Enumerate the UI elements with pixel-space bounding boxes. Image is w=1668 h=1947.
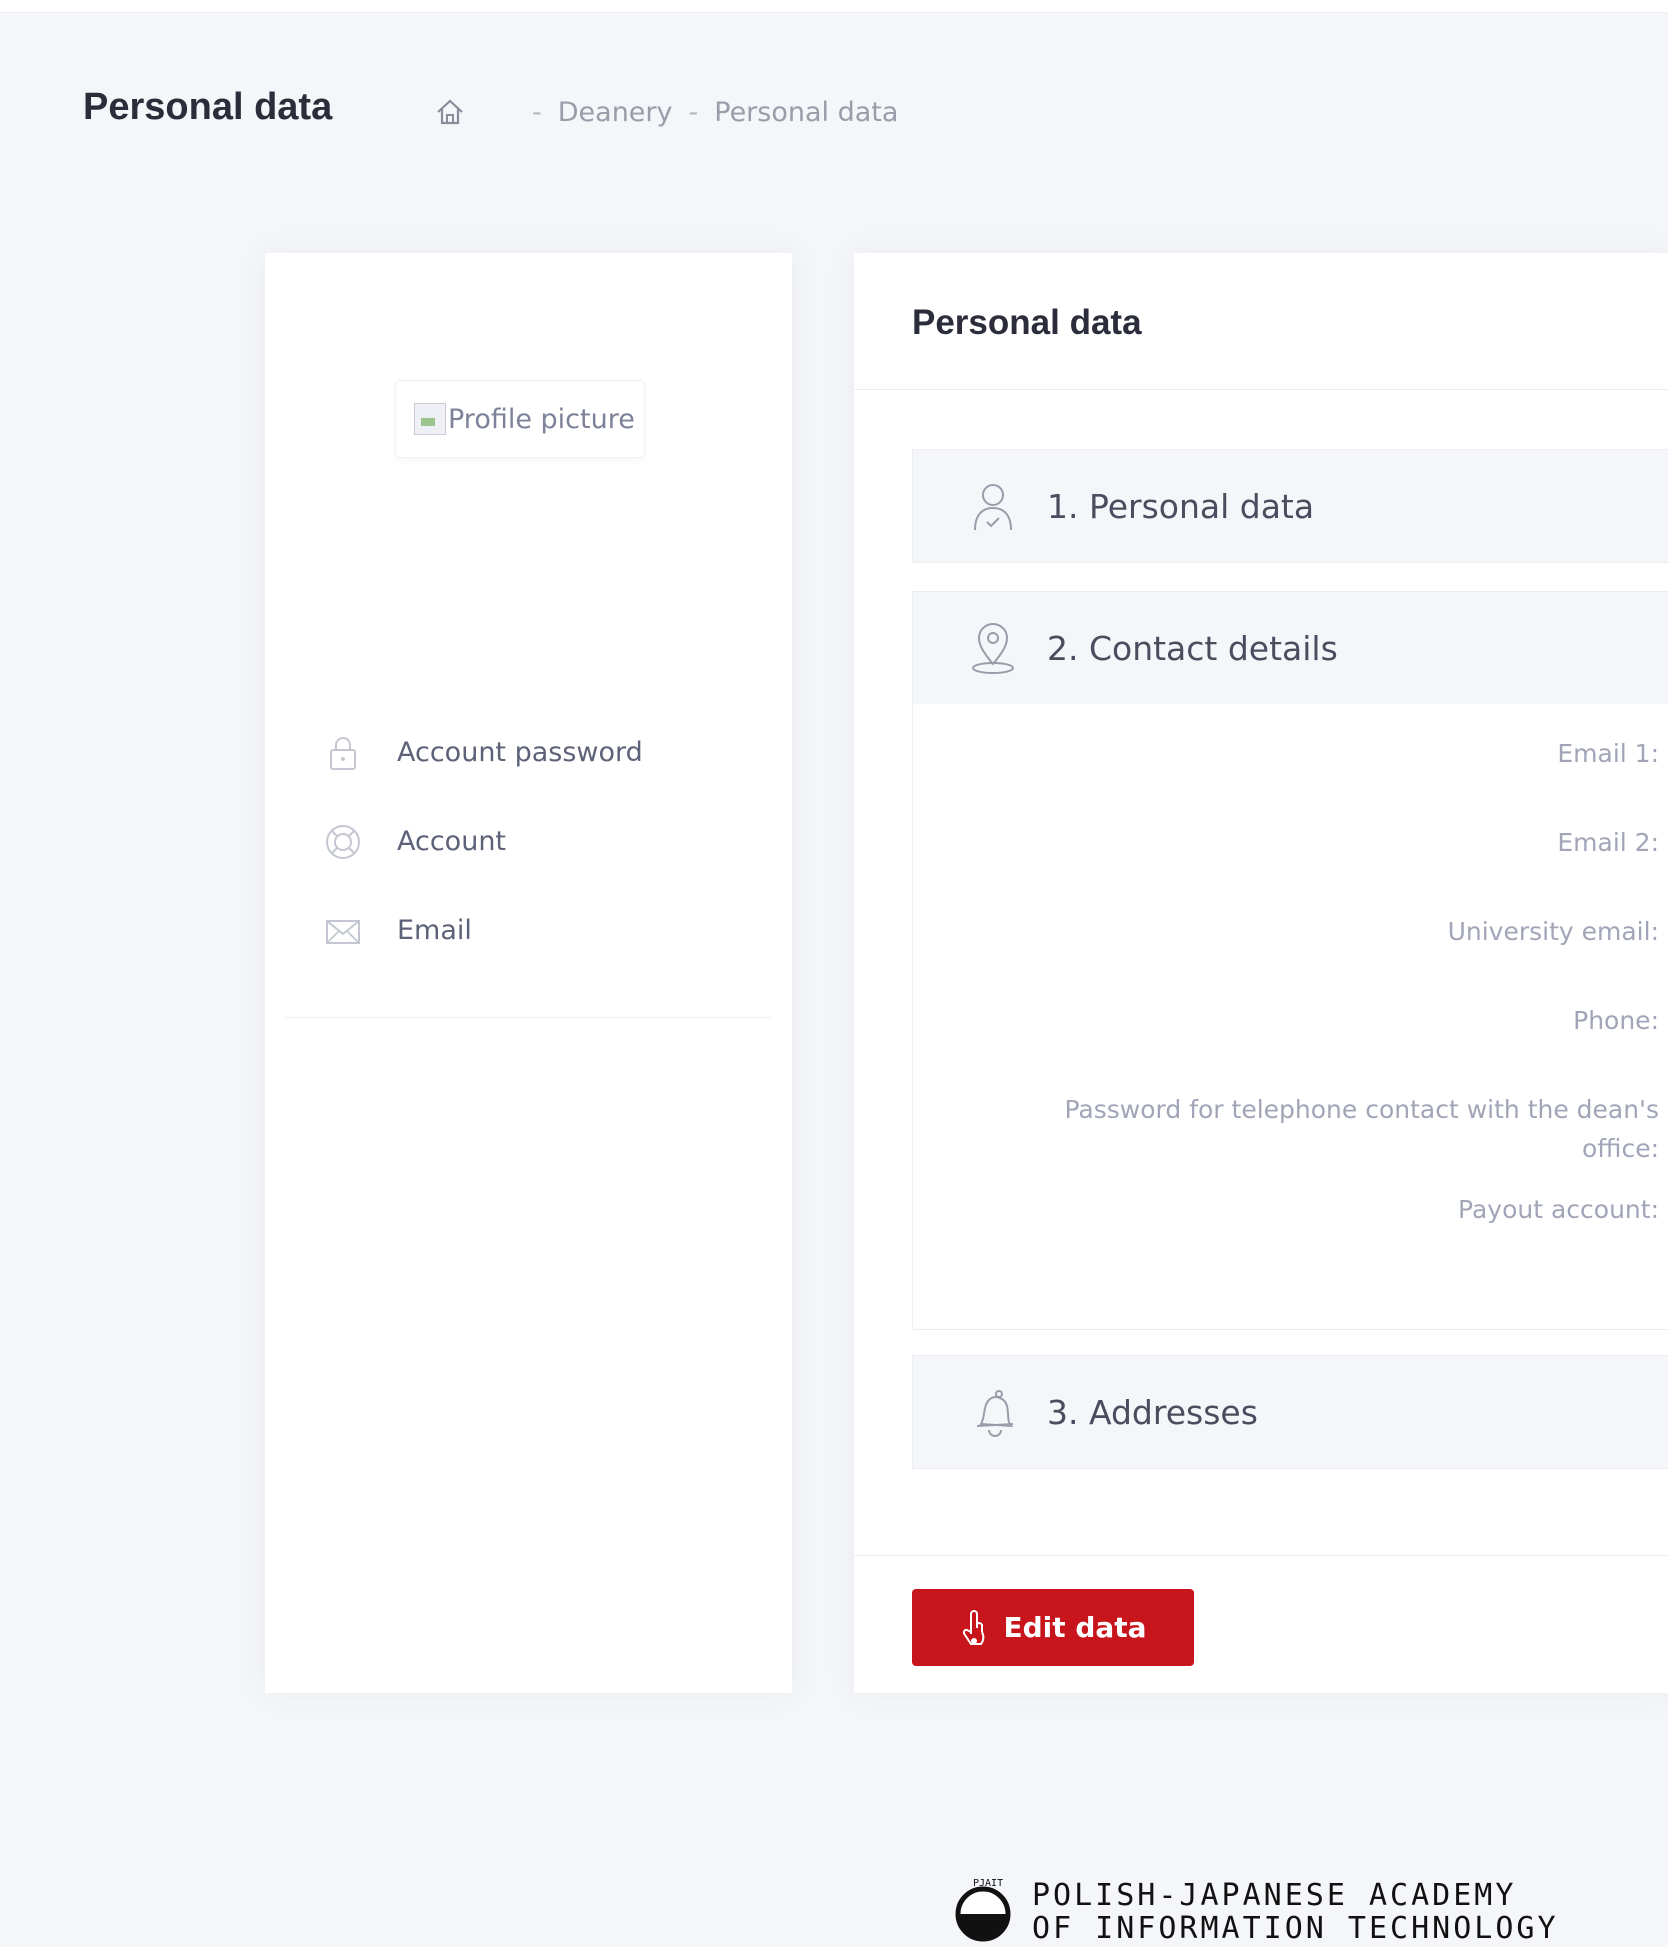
field-label-payout-account: Payout account: bbox=[1458, 1195, 1659, 1224]
logo-line-2: OF INFORMATION TECHNOLOGY bbox=[1032, 1910, 1559, 1946]
menu-item-account[interactable]: Account bbox=[323, 797, 643, 886]
edit-data-button[interactable]: Edit data bbox=[912, 1589, 1194, 1666]
breadcrumb-separator: - bbox=[688, 96, 699, 128]
field-label-email-1: Email 1: bbox=[1557, 739, 1659, 768]
section-header-personal-data[interactable]: 1. Personal data bbox=[913, 450, 1668, 562]
edit-button-label: Edit data bbox=[1003, 1611, 1147, 1644]
section-personal-data: 1. Personal data bbox=[912, 449, 1668, 563]
card-header: Personal data bbox=[854, 253, 1668, 390]
lifebuoy-icon bbox=[323, 822, 363, 862]
pjait-logo: PJAIT POLISH-JAPANESE ACADEMY OF INFORMA… bbox=[944, 1876, 1559, 1947]
menu-item-label: Account bbox=[397, 826, 507, 857]
profile-picture-alt: Profile picture bbox=[448, 403, 635, 435]
field-label-phone: Phone: bbox=[1573, 1006, 1659, 1035]
menu-item-account-password[interactable]: Account password bbox=[323, 708, 643, 797]
menu-item-email[interactable]: Email bbox=[323, 886, 643, 975]
card-title: Personal data bbox=[912, 303, 1142, 342]
personal-data-card: Personal data 1. Personal data 2. Contac… bbox=[854, 253, 1668, 1693]
section-header-addresses[interactable]: 3. Addresses bbox=[913, 1356, 1668, 1468]
menu-item-label: Account password bbox=[397, 737, 643, 768]
profile-picture: Profile picture bbox=[395, 380, 645, 458]
location-pin-icon bbox=[967, 620, 1019, 676]
section-label: 1. Personal data bbox=[1047, 486, 1315, 526]
breadcrumb: - Deanery - Personal data bbox=[434, 96, 898, 128]
section-label: 3. Addresses bbox=[1047, 1392, 1258, 1432]
profile-card: Profile picture Account password Account… bbox=[265, 253, 792, 1693]
breadcrumb-separator: - bbox=[532, 96, 542, 128]
home-icon[interactable] bbox=[434, 96, 466, 128]
page-title: Personal data bbox=[83, 86, 333, 128]
breadcrumb-personal-data[interactable]: Personal data bbox=[714, 97, 898, 128]
profile-menu: Account password Account Email bbox=[323, 708, 643, 975]
menu-item-label: Email bbox=[397, 915, 472, 946]
breadcrumb-deanery[interactable]: Deanery bbox=[558, 97, 673, 128]
field-label-email-2: Email 2: bbox=[1557, 828, 1659, 857]
field-label-university-email: University email: bbox=[1447, 917, 1659, 946]
pjait-logo-text: POLISH-JAPANESE ACADEMY OF INFORMATION T… bbox=[1032, 1879, 1559, 1945]
field-label-telephone-password: Password for telephone contact with the … bbox=[1064, 1095, 1659, 1163]
broken-image-icon bbox=[414, 403, 446, 435]
divider bbox=[285, 1017, 772, 1018]
lock-icon bbox=[323, 733, 363, 773]
svg-text:PJAIT: PJAIT bbox=[973, 1878, 1003, 1889]
section-label: 2. Contact details bbox=[1047, 628, 1338, 668]
pjait-emblem-icon: PJAIT bbox=[944, 1876, 1022, 1947]
section-contact-details: 2. Contact details Email 1: Email 2: Uni… bbox=[912, 591, 1668, 1330]
user-icon bbox=[967, 478, 1019, 534]
logo-line-1: POLISH-JAPANESE ACADEMY bbox=[1032, 1877, 1517, 1913]
card-footer-divider bbox=[854, 1555, 1668, 1556]
envelope-icon bbox=[323, 911, 363, 951]
section-addresses: 3. Addresses bbox=[912, 1355, 1668, 1469]
hand-pointer-icon bbox=[959, 1608, 989, 1648]
bell-icon bbox=[967, 1384, 1019, 1440]
top-bar bbox=[0, 0, 1668, 13]
section-header-contact-details[interactable]: 2. Contact details bbox=[913, 592, 1668, 704]
